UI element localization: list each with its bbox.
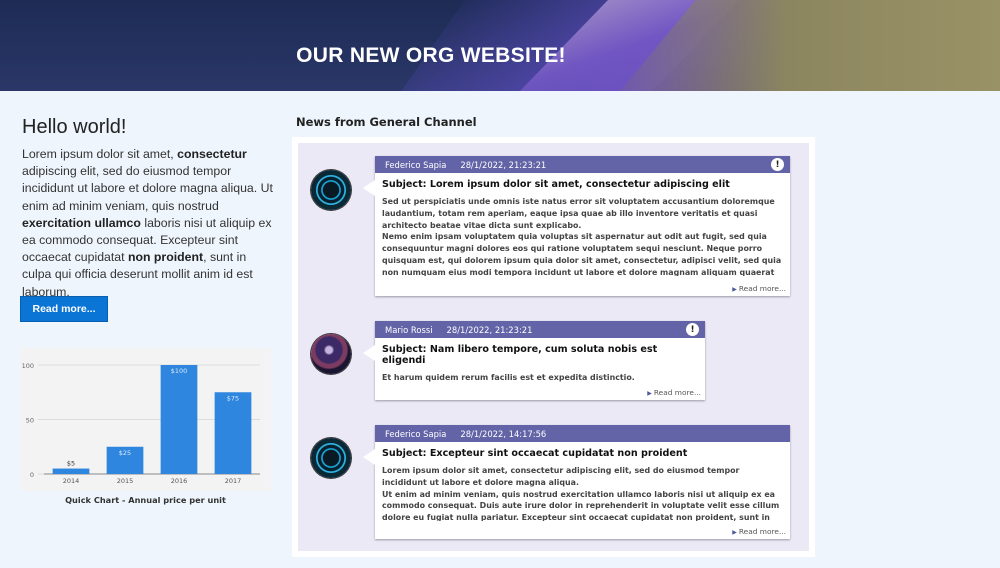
read-more-button[interactable]: Read more... <box>20 296 108 322</box>
news-panel: Federico Sapia 28/1/2022, 21:23:21 ! Sub… <box>292 137 815 557</box>
news-body: Et harum quidem rerum facilis est et exp… <box>382 373 635 382</box>
x-tick-label: 2015 <box>117 477 134 485</box>
news-date: 28/1/2022, 21:23:21 <box>460 159 547 170</box>
news-feed: Federico Sapia 28/1/2022, 21:23:21 ! Sub… <box>298 143 809 551</box>
news-author: Federico Sapia <box>385 159 447 170</box>
news-author: Mario Rossi <box>385 324 433 335</box>
read-more-link[interactable]: ▶ Read more... <box>732 527 786 536</box>
triangle-right-icon: ▶ <box>647 390 652 397</box>
news-item: Mario Rossi 28/1/2022, 21:23:21 ! Subjec… <box>363 321 705 400</box>
data-label: $75 <box>227 394 239 402</box>
read-more-link[interactable]: ▶ Read more... <box>647 388 701 397</box>
data-label: $100 <box>171 367 188 375</box>
triangle-right-icon: ▶ <box>732 286 737 293</box>
chart-caption: Quick Chart - Annual price per unit <box>65 495 226 505</box>
news-subject: Subject: Excepteur sint occaecat cupidat… <box>382 448 688 459</box>
x-tick-label: 2017 <box>225 477 242 485</box>
avatar <box>311 438 351 478</box>
news-date: 28/1/2022, 21:23:21 <box>446 324 533 335</box>
data-label: $25 <box>119 449 131 457</box>
bar <box>214 392 252 474</box>
x-tick-label: 2016 <box>171 477 188 485</box>
y-tick-label: 100 <box>22 362 34 370</box>
important-icon: ! <box>686 323 699 336</box>
important-icon: ! <box>771 158 784 171</box>
intro-text: Lorem ipsum dolor sit amet, consectetur … <box>22 147 273 299</box>
news-item-header: Mario Rossi 28/1/2022, 21:23:21 ! <box>375 321 705 338</box>
bar <box>160 365 198 474</box>
news-author: Federico Sapia <box>385 428 447 439</box>
avatar <box>311 170 351 210</box>
avatar <box>311 334 351 374</box>
news-item-header: Federico Sapia 28/1/2022, 21:23:21 ! <box>375 156 790 173</box>
y-tick-label: 0 <box>30 471 34 479</box>
news-date: 28/1/2022, 14:17:56 <box>460 428 547 439</box>
news-item: Federico Sapia 28/1/2022, 21:23:21 ! Sub… <box>363 156 790 296</box>
triangle-right-icon: ▶ <box>732 529 737 536</box>
x-tick-label: 2014 <box>63 477 80 485</box>
news-item-header: Federico Sapia 28/1/2022, 14:17:56 <box>375 425 790 442</box>
read-more-link[interactable]: ▶ Read more... <box>732 284 786 293</box>
header-banner: OUR NEW ORG WEBSITE! <box>0 0 1000 91</box>
quick-chart: 0 50 100 $5 2014 $25 2015 $100 2016 $75 2017 <box>20 348 271 491</box>
intro-heading: Hello world! <box>22 116 127 138</box>
site-title: OUR NEW ORG WEBSITE! <box>296 44 566 67</box>
y-tick-label: 50 <box>26 417 34 425</box>
news-body: Sed ut perspiciatis unde omnis iste natu… <box>382 197 782 276</box>
news-body: Lorem ipsum dolor sit amet, consectetur … <box>382 466 780 521</box>
news-heading: News from General Channel <box>296 115 477 129</box>
news-subject: Subject: Nam libero tempore, cum soluta … <box>382 344 658 366</box>
data-label: $5 <box>67 460 75 468</box>
news-subject: Subject: Lorem ipsum dolor sit amet, con… <box>382 179 730 190</box>
news-item: Federico Sapia 28/1/2022, 14:17:56 Subje… <box>363 425 790 539</box>
bar <box>52 468 90 474</box>
bar-chart: 0 50 100 $5 2014 $25 2015 $100 2016 $75 2017 <box>22 362 260 485</box>
